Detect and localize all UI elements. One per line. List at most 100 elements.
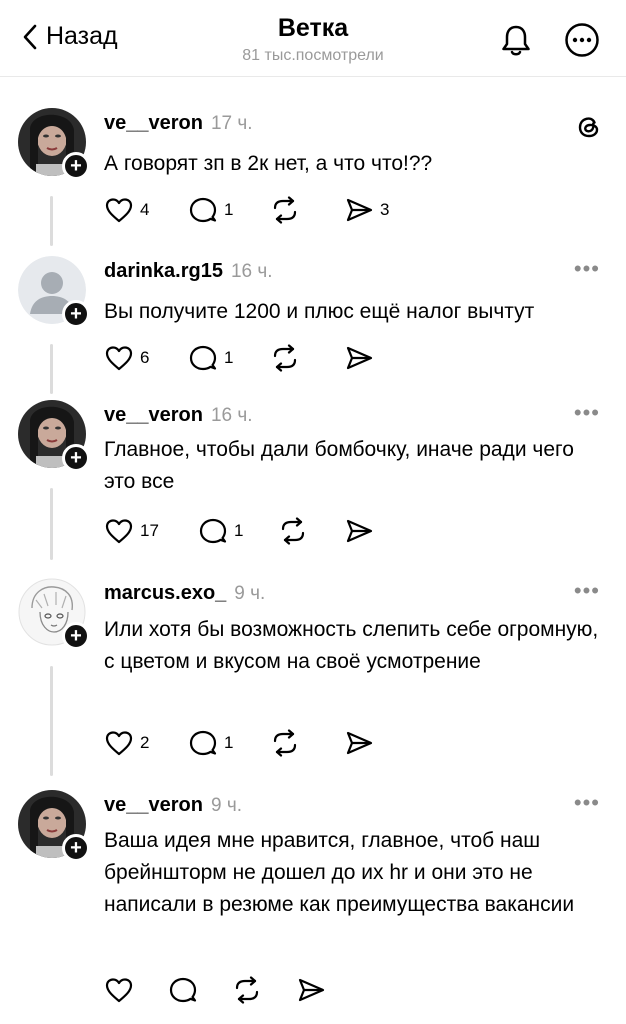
repost-button[interactable] xyxy=(270,344,344,372)
like-button[interactable]: 17 xyxy=(104,517,198,545)
share-button[interactable] xyxy=(344,729,374,757)
header-divider xyxy=(0,76,626,77)
more-circle-icon xyxy=(565,23,599,57)
username[interactable]: marcus.exo_ xyxy=(104,582,226,605)
post-more-button[interactable]: ••• xyxy=(574,400,600,426)
avatar-3[interactable]: + xyxy=(18,400,90,472)
repost-icon xyxy=(273,729,297,757)
more-options-button[interactable] xyxy=(564,22,600,63)
share-button[interactable]: 3 xyxy=(344,196,389,224)
repost-button[interactable] xyxy=(278,517,344,545)
username[interactable]: ve__veron xyxy=(104,112,203,135)
heart-icon xyxy=(105,346,133,371)
heart-icon xyxy=(105,731,133,756)
back-label: Назад xyxy=(46,22,118,50)
post-more-button[interactable]: ••• xyxy=(574,256,600,282)
reply-count: 1 xyxy=(224,200,234,219)
reply-button[interactable]: 1 xyxy=(188,196,270,224)
share-button[interactable] xyxy=(296,976,326,1004)
reply-button[interactable] xyxy=(168,976,232,1004)
like-button[interactable]: 2 xyxy=(104,729,188,757)
repost-icon xyxy=(273,196,297,224)
post-text: Ваша идея мне нравится, главное, чтоб на… xyxy=(104,829,575,916)
post-text: Или хотя бы возможность слепить себе огр… xyxy=(104,618,599,673)
post-more-button[interactable]: ••• xyxy=(574,790,600,816)
post-text: А говорят зп в 2к нет, а что что!?? xyxy=(104,152,433,175)
notifications-button[interactable] xyxy=(498,22,534,63)
comment-icon xyxy=(189,345,217,371)
back-button[interactable]: Назад xyxy=(22,22,118,51)
comment-icon xyxy=(169,977,197,1003)
repost-button[interactable] xyxy=(232,976,296,1004)
like-count: 4 xyxy=(140,200,150,219)
heart-icon xyxy=(105,198,133,223)
chevron-left-icon xyxy=(23,24,37,49)
post-time: 16 ч. xyxy=(210,405,253,426)
share-button[interactable] xyxy=(344,344,374,372)
post-actions: 6 1 xyxy=(104,344,374,372)
send-icon xyxy=(298,978,325,1002)
repost-icon xyxy=(281,517,305,545)
share-button[interactable] xyxy=(344,517,374,545)
post-actions: 4 1 3 xyxy=(104,196,389,224)
post-actions xyxy=(104,976,326,1004)
follow-plus-icon[interactable]: + xyxy=(62,622,90,650)
thread-line xyxy=(50,666,53,776)
post-3: + ve__veron 16 ч. ••• Главное, чтобы дал… xyxy=(0,400,626,560)
heart-icon xyxy=(105,978,133,1003)
comment-icon xyxy=(199,518,227,544)
reply-button[interactable]: 1 xyxy=(198,517,278,545)
follow-plus-icon[interactable]: + xyxy=(62,444,90,472)
post-time: 17 ч. xyxy=(210,113,253,134)
heart-icon xyxy=(105,519,133,544)
send-icon xyxy=(346,198,373,222)
username[interactable]: ve__veron xyxy=(104,404,203,427)
post-text: Вы получите 1200 и плюс ещё налог вычтут xyxy=(104,300,535,323)
like-button[interactable] xyxy=(104,976,168,1004)
threads-logo-icon xyxy=(576,114,602,145)
share-count: 3 xyxy=(380,200,390,219)
avatar-2[interactable]: + xyxy=(18,256,90,328)
thread-line xyxy=(50,344,53,394)
top-bar: Назад Ветка 81 тыс.посмотрели xyxy=(0,0,626,76)
avatar-4[interactable]: + xyxy=(18,578,90,650)
like-count: 17 xyxy=(140,521,159,540)
avatar-1[interactable]: + xyxy=(18,108,90,180)
username[interactable]: ve__veron xyxy=(104,794,203,817)
reply-count: 1 xyxy=(224,733,234,752)
send-icon xyxy=(346,731,373,755)
follow-plus-icon[interactable]: + xyxy=(62,152,90,180)
avatar-5[interactable]: + xyxy=(18,790,90,862)
post-meta: ve__veron 9 ч. xyxy=(104,794,242,817)
like-button[interactable]: 6 xyxy=(104,344,188,372)
send-icon xyxy=(346,346,373,370)
like-button[interactable]: 4 xyxy=(104,196,188,224)
reply-button[interactable]: 1 xyxy=(188,729,270,757)
post-more-button[interactable]: ••• xyxy=(574,578,600,604)
like-count: 2 xyxy=(140,733,150,752)
follow-plus-icon[interactable]: + xyxy=(62,300,90,328)
post-1: + ve__veron 17 ч. А говорят зп в 2к нет,… xyxy=(0,108,626,246)
post-meta: darinka.rg15 16 ч. xyxy=(104,260,273,283)
repost-icon xyxy=(273,344,297,372)
post-time: 9 ч. xyxy=(234,583,266,604)
send-icon xyxy=(346,519,373,543)
repost-button[interactable] xyxy=(270,196,344,224)
post-actions: 17 1 xyxy=(104,517,374,545)
reply-count: 1 xyxy=(234,521,244,540)
post-meta: ve__veron 16 ч. xyxy=(104,404,253,427)
post-4: + marcus.exo_ 9 ч. ••• Или хотя бы возмо… xyxy=(0,578,626,778)
thread-line xyxy=(50,196,53,246)
repost-button[interactable] xyxy=(270,729,344,757)
post-5: + ve__veron 9 ч. ••• Ваша идея мне нрави… xyxy=(0,790,626,1020)
post-time: 9 ч. xyxy=(210,795,242,816)
post-text: Главное, чтобы дали бомбочку, иначе ради… xyxy=(104,438,574,493)
post-meta: ve__veron 17 ч. xyxy=(104,112,253,135)
username[interactable]: darinka.rg15 xyxy=(104,260,223,283)
reply-count: 1 xyxy=(224,348,234,367)
reply-button[interactable]: 1 xyxy=(188,344,270,372)
post-2: + darinka.rg15 16 ч. ••• Вы получите 120… xyxy=(0,256,626,394)
post-meta: marcus.exo_ 9 ч. xyxy=(104,582,265,605)
like-count: 6 xyxy=(140,348,150,367)
follow-plus-icon[interactable]: + xyxy=(62,834,90,862)
